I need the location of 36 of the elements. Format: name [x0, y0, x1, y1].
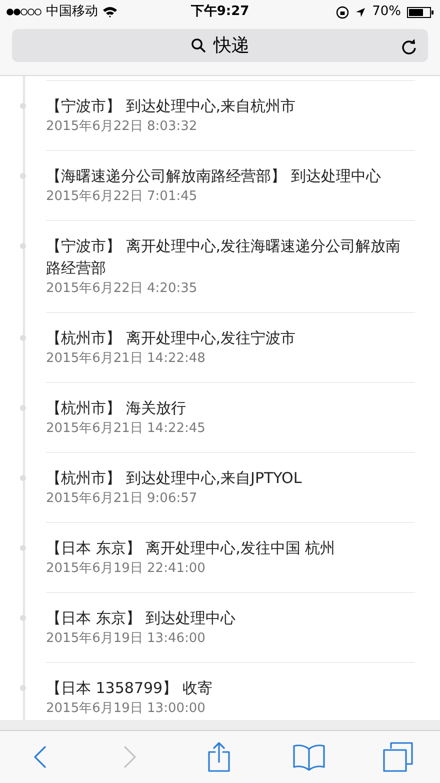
- event-description: 【海曙速递分公司解放南路经营部】 到达处理中心: [46, 166, 382, 187]
- event-time: 2015年6月22日 4:20:35: [46, 280, 198, 298]
- back-chevron-icon: [33, 745, 47, 769]
- wifi-icon: [102, 6, 118, 18]
- event-description: 【宁波市】 离开处理中心,发往海曙速递分公司解放南路经营部: [46, 236, 402, 279]
- address-bar[interactable]: 快递: [12, 29, 428, 62]
- event-description: 【日本 东京】 到达处理中心: [46, 608, 237, 629]
- book-icon: [292, 743, 324, 771]
- carrier-name: 中国移动: [46, 3, 98, 22]
- location-arrow-icon: [355, 6, 366, 18]
- search-icon: [190, 38, 206, 53]
- event-time: 2015年6月21日 14:22:48: [46, 350, 206, 368]
- event-description: 【日本 东京】 离开处理中心,发往中国 杭州: [46, 538, 336, 559]
- clock-time: 下午9:27: [190, 3, 250, 22]
- event-time: 2015年6月21日 9:06:57: [46, 490, 198, 508]
- event-description: 【杭州市】 到达处理中心,来自JPTYOL: [46, 468, 303, 489]
- event-time: 2015年6月21日 14:22:45: [46, 420, 206, 438]
- event-time: 2015年6月22日 7:01:45: [46, 188, 198, 206]
- tabs-icon: [383, 742, 413, 772]
- address-text: 快递: [214, 34, 250, 58]
- event-description: 【日本 1358799】 收寄: [46, 678, 214, 699]
- signal-icon: [6, 8, 42, 16]
- reload-button[interactable]: [400, 37, 418, 55]
- event-description: 【宁波市】 到达处理中心,来自杭州市: [46, 96, 297, 117]
- event-time: 2015年6月19日 13:00:00: [46, 700, 206, 718]
- reload-icon: [401, 38, 417, 54]
- share-icon: [207, 742, 231, 772]
- battery-percentage: 70%: [372, 3, 401, 22]
- event-description: 【杭州市】 海关放行: [46, 398, 187, 419]
- battery-icon: [407, 6, 434, 18]
- rotation-lock-icon: [336, 6, 350, 18]
- event-time: 2015年6月19日 22:41:00: [46, 560, 206, 578]
- event-description: 【杭州市】 离开处理中心,发往宁波市: [46, 328, 297, 349]
- event-time: 2015年6月22日 8:03:32: [46, 118, 198, 136]
- event-time: 2015年6月19日 13:46:00: [46, 630, 206, 648]
- forward-chevron-icon: [122, 745, 136, 769]
